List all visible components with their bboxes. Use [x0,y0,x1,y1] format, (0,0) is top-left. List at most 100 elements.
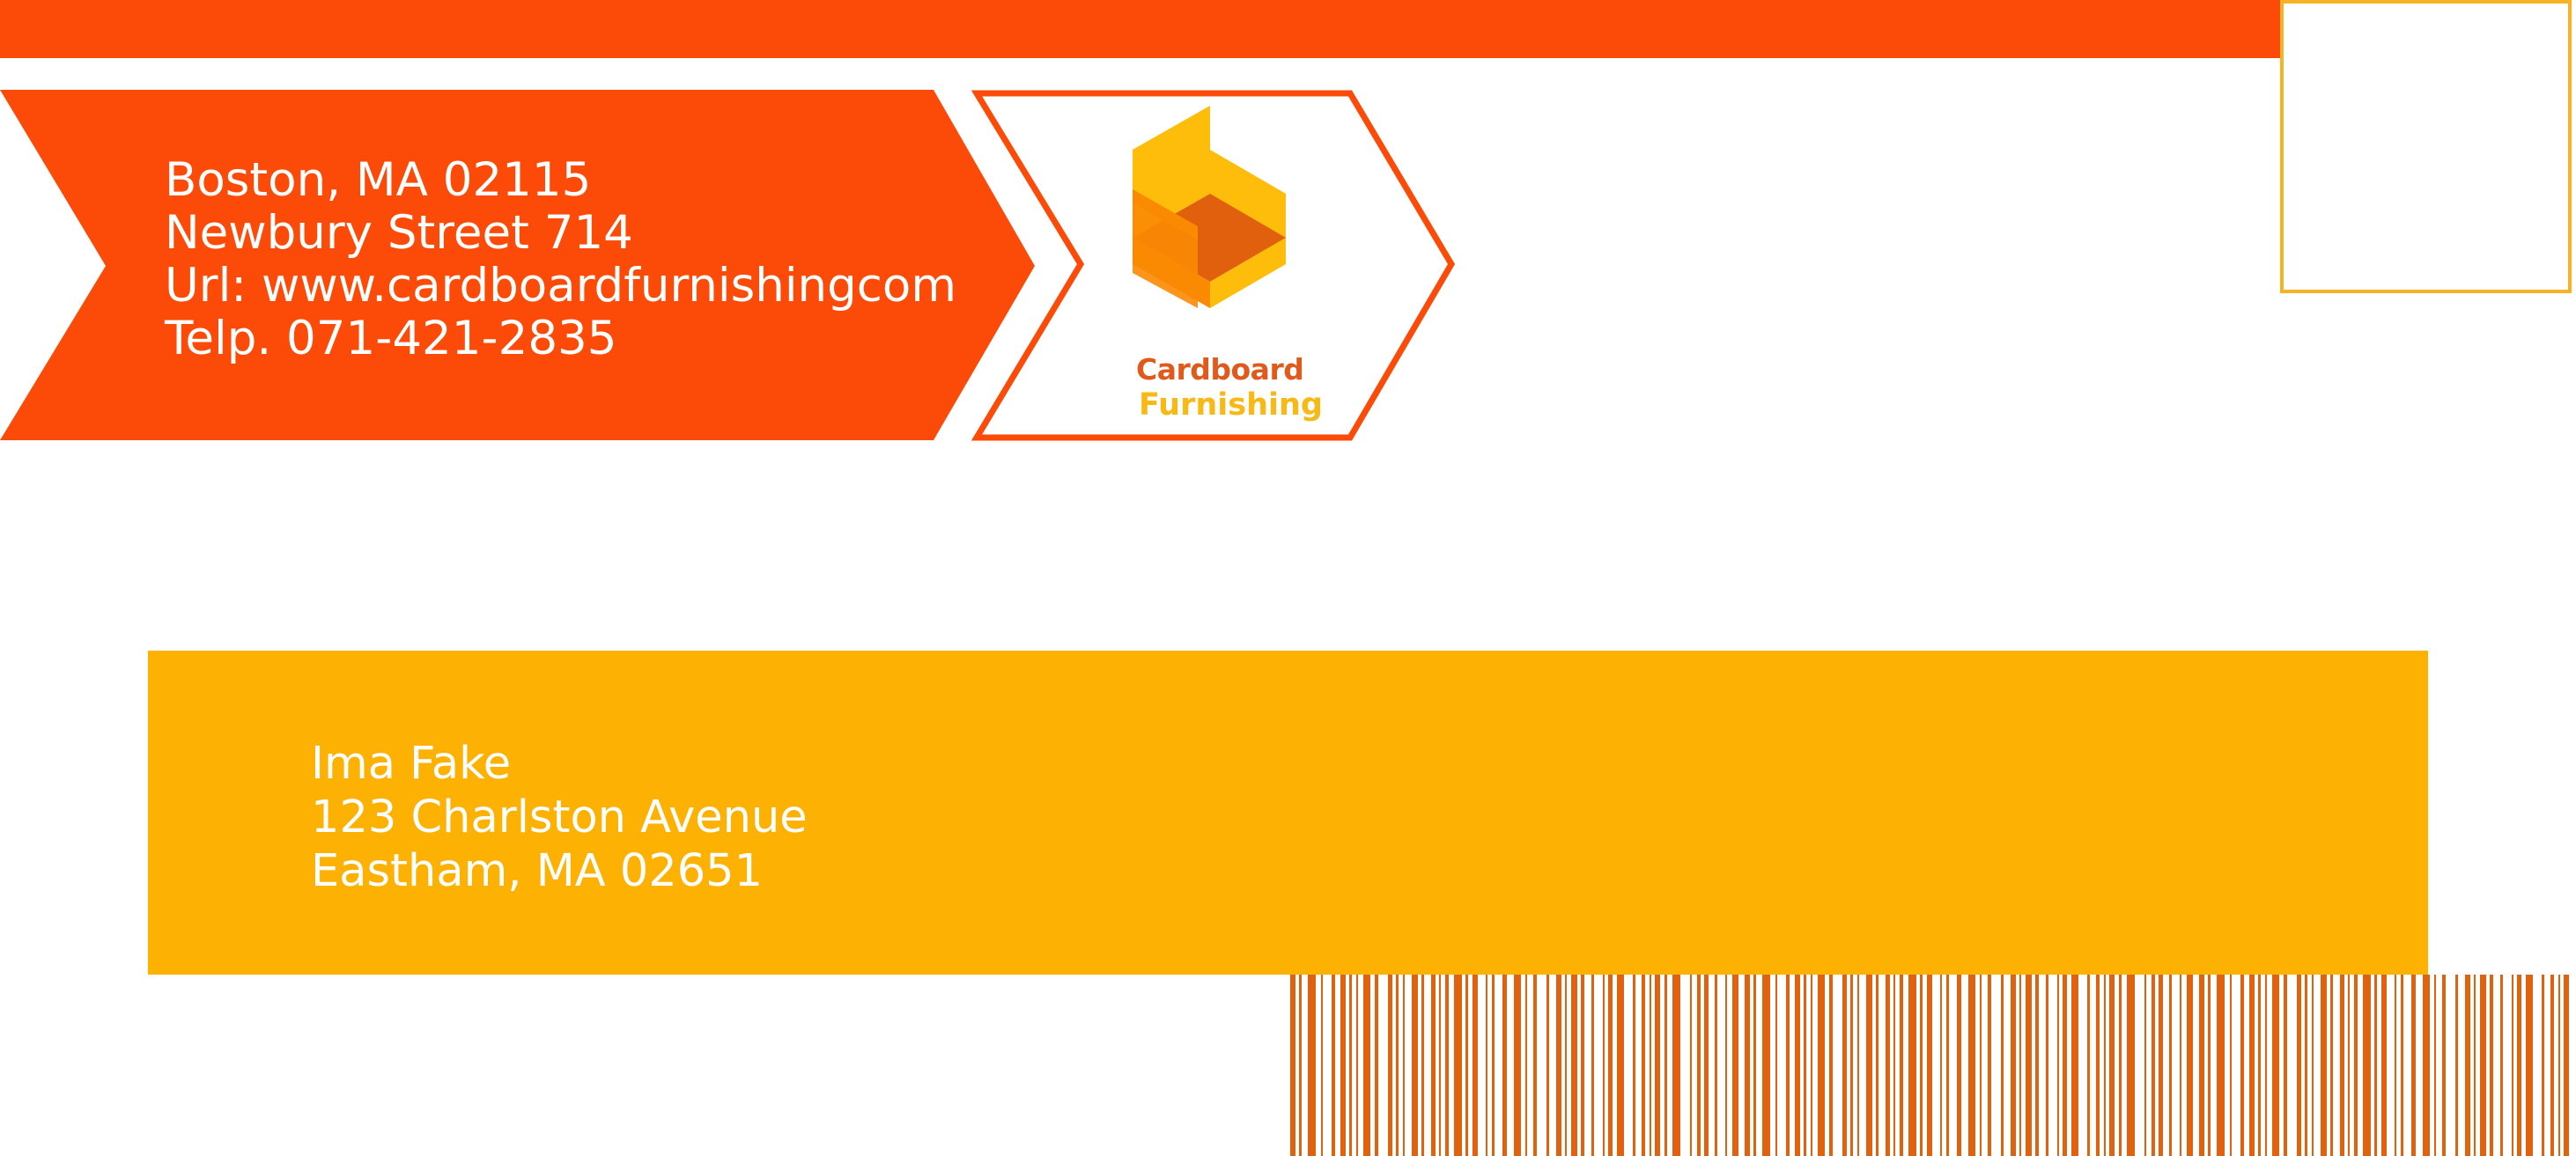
barcode-bar [1795,975,1800,1156]
barcode-bar [1857,975,1859,1156]
barcode-bar [1697,975,1701,1156]
barcode-bar [2395,975,2396,1156]
barcode-bar [2564,975,2569,1156]
barcode-bar [1546,975,1549,1156]
recipient-name: Ima Fake [311,738,512,790]
barcode-bar [2465,975,2470,1156]
barcode-bar [1321,975,1323,1156]
barcode-bar [2558,975,2560,1156]
barcode-bar [2187,975,2193,1156]
barcode-bar [1412,975,1418,1156]
barcode-bar [2330,975,2333,1156]
barcode-bar [1745,975,1750,1156]
barcode-bar [1886,975,1890,1156]
barcode-bar [2240,975,2244,1156]
barcode-bar [1525,975,1527,1156]
barcode-bar [2249,975,2255,1156]
barcode-bar [2071,975,2078,1156]
barcode-bar [2180,975,2181,1156]
barcode-bar [2284,975,2287,1156]
barcode-bar [2512,975,2513,1156]
barcode-bar [1940,975,1942,1156]
barcode-bar [2363,975,2371,1156]
barcode-bar [1308,975,1316,1156]
barcode-bar [1655,975,1660,1156]
barcode-bar [2480,975,2486,1156]
barcode-bar [2001,975,2004,1156]
barcode-bar [1356,975,1358,1156]
barcode-bar [2208,975,2211,1156]
barcode-bar [1591,975,1594,1156]
barcode-bar [1908,975,1916,1156]
barcode-bar [2490,975,2493,1156]
barcode-bar [2474,975,2476,1156]
barcode-bar [1818,975,1825,1156]
barcode-bar [1762,975,1770,1156]
barcode-bar [2026,975,2032,1156]
barcode-bar [1375,975,1378,1156]
barcode-bar [2550,975,2554,1156]
barcode-bar [2374,975,2377,1156]
barcode-bar [1753,975,1756,1156]
barcode-bar [1633,975,1635,1156]
barcode-bar [1340,975,1346,1156]
barcode-bar [1900,975,1903,1156]
barcode-bar [2057,975,2059,1156]
barcode-bar [2169,975,2172,1156]
barcode-bar [2297,975,2301,1156]
barcode-bar [1388,975,1392,1156]
barcode-bar [1876,975,1878,1156]
barcode-bar [2265,975,2267,1156]
barcode-bar [1486,975,1487,1156]
barcode-bar [2096,975,2100,1156]
top-banner-bar [0,0,2281,58]
barcode-bar [1565,975,1567,1156]
recipient-street: 123 Charlston Avenue [311,792,808,843]
barcode-bar [1866,975,1872,1156]
barcode-bar [2455,975,2458,1156]
barcode-bar [2019,975,2021,1156]
barcode-bar [1533,975,1537,1156]
return-address: Boston, MA 02115 Newbury Street 714 Url:… [165,154,956,365]
barcode-bar [1732,975,1738,1156]
barcode-bar [1988,975,1991,1156]
barcode-bar [2348,975,2350,1156]
barcode-bar [1690,975,1692,1156]
barcode-bar [1403,975,1405,1156]
barcode-bar [1571,975,1577,1156]
barcode-bar [1299,975,1302,1156]
barcode-bar [1786,975,1790,1156]
recipient-city: Eastham, MA 02651 [311,845,764,897]
barcode-bar [2127,975,2135,1156]
barcode-bar [1715,975,1717,1156]
barcode-bar [2152,975,2155,1156]
barcode-bar [2312,975,2314,1156]
barcode-bar [1842,975,1847,1156]
barcode-bar [1775,975,1777,1156]
barcode-bar [1396,975,1399,1156]
recipient-address: Ima Fake 123 Charlston Avenue Eastham, M… [311,737,808,898]
barcode-bar [1704,975,1709,1156]
barcode-bar [1650,975,1651,1156]
barcode-bar [1349,975,1352,1156]
barcode-bar [1514,975,1521,1156]
barcode-bar [2046,975,2048,1156]
barcode-bar [2119,975,2122,1156]
barcode-bar [1893,975,1895,1156]
barcode-bar [1502,975,1507,1156]
barcode-bar [2542,975,2544,1156]
postal-barcode [1290,975,2569,1156]
barcode-bar [2144,975,2146,1156]
barcode-bar [1850,975,1853,1156]
barcode-bar [2434,975,2436,1156]
barcode-bar [1617,975,1624,1156]
barcode-bar [1920,975,1923,1156]
barcode-bar [1664,975,1667,1156]
barcode-bar [2087,975,2090,1156]
barcode-bar [1608,975,1613,1156]
barcode-bar [2423,975,2430,1156]
barcode-bar [2401,975,2403,1156]
barcode-bar [2035,975,2039,1156]
barcode-bar [1927,975,1932,1156]
barcode-bar [1829,975,1833,1156]
